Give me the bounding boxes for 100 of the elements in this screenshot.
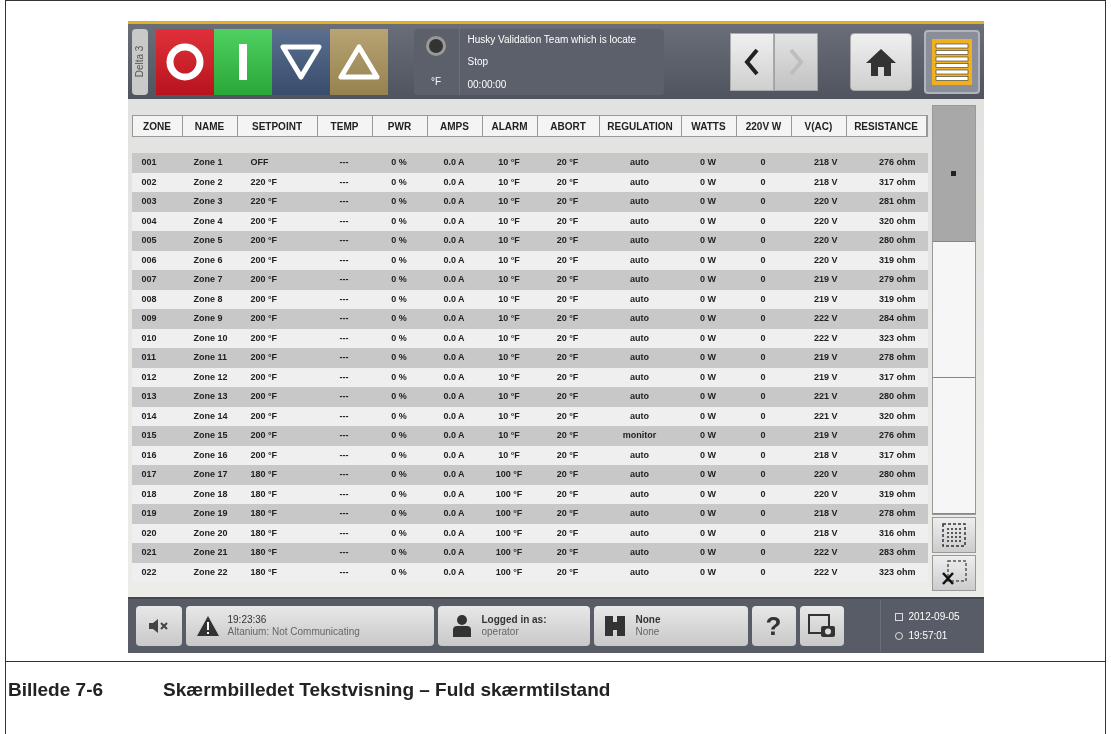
table-cell-text: --- — [339, 234, 349, 247]
column-header[interactable]: ZONE — [132, 116, 183, 136]
table-cell-text: --- — [339, 351, 349, 364]
table-cell: 220 V — [813, 253, 838, 267]
table-cell-text: 281 ohm — [879, 195, 916, 208]
table-cell: 200 °F — [250, 253, 278, 267]
text-view-button[interactable] — [923, 29, 980, 94]
table-cell-text: 20 °F — [556, 156, 579, 169]
table-cell-text: 220 V — [813, 195, 838, 208]
table-cell: 317 ohm — [879, 448, 916, 462]
table-cell-text: 200 °F — [250, 429, 278, 442]
table-row[interactable]: 017 Zone 17 180 °F --- 0 % 0.0 A 100 °F 20 °F auto 0 W 0 220 V 280 ohm — [131, 465, 928, 485]
page-segment[interactable] — [932, 242, 975, 378]
table-cell: 20 °F — [556, 331, 579, 345]
column-header[interactable]: PWR — [372, 116, 428, 136]
table-cell: 0.0 A — [443, 292, 465, 306]
date-text: 2012-09-05 — [908, 610, 960, 624]
table-cell-text: 021 — [141, 546, 157, 559]
table-row[interactable]: 003 Zone 3 220 °F --- 0 % 0.0 A 10 °F 20 °F auto 0 W 0 220 V 281 ohm — [131, 192, 928, 212]
table-row[interactable]: 016 Zone 16 200 °F --- 0 % 0.0 A 10 °F 20 °F auto 0 W 0 218 V 317 ohm — [131, 445, 928, 465]
page-segment[interactable] — [932, 378, 975, 514]
table-cell-text: --- — [339, 156, 349, 169]
table-row[interactable]: 011 Zone 11 200 °F --- 0 % 0.0 A 10 °F 20 °F auto 0 W 0 219 V 278 ohm — [131, 348, 928, 368]
unit-label: °F — [430, 74, 442, 89]
timer-text: 00:00:00 — [467, 77, 508, 92]
table-cell: 0 — [760, 370, 766, 384]
table-cell: 20 °F — [556, 487, 579, 501]
table-row[interactable]: 006 Zone 6 200 °F --- 0 % 0.0 A 10 °F 20 °F auto 0 W 0 220 V 319 ohm — [131, 250, 928, 270]
home-button[interactable] — [849, 32, 912, 91]
table-cell-text: Zone 17 — [193, 468, 228, 481]
column-header[interactable]: TEMP — [317, 116, 373, 136]
help-button[interactable]: ? — [751, 606, 796, 646]
column-header[interactable]: RESISTANCE — [846, 116, 927, 136]
table-row[interactable]: 001 Zone 1 OFF --- 0 % 0.0 A 10 °F 20 °F auto 0 W 0 218 V 276 ohm — [131, 153, 928, 173]
table-cell-text: auto — [630, 390, 649, 403]
table-row[interactable]: 022 Zone 22 180 °F --- 0 % 0.0 A 100 °F 20 °F auto 0 W 0 222 V 323 ohm — [131, 562, 928, 582]
stop-button[interactable] — [155, 28, 214, 95]
table-cell: 200 °F — [250, 370, 278, 384]
column-header[interactable]: REGULATION — [599, 116, 682, 136]
table-row[interactable]: 021 Zone 21 180 °F --- 0 % 0.0 A 100 °F 20 °F auto 0 W 0 222 V 283 ohm — [131, 543, 928, 563]
table-row[interactable]: 005 Zone 5 200 °F --- 0 % 0.0 A 10 °F 20 °F auto 0 W 0 220 V 280 ohm — [131, 231, 928, 251]
device-tab[interactable]: Delta 3 — [131, 28, 148, 95]
mold-panel[interactable]: None None — [593, 606, 748, 646]
column-header[interactable]: AMPS — [427, 116, 483, 136]
table-cell-text: Zone 3 — [193, 195, 223, 208]
table-cell-text: 100 °F — [495, 507, 523, 520]
alarm-panel[interactable]: 19:23:36 Altanium: Not Communicating — [185, 606, 434, 646]
table-cell: --- — [339, 331, 349, 345]
table-row[interactable]: 015 Zone 15 200 °F --- 0 % 0.0 A 10 °F 20 °F monitor 0 W 0 219 V 276 ohm — [131, 426, 928, 446]
table-cell-text: 221 V — [813, 390, 838, 403]
clear-selection-button[interactable] — [931, 555, 976, 591]
select-all-button[interactable] — [931, 517, 976, 553]
table-cell: 0 — [760, 331, 766, 345]
table-row[interactable]: 012 Zone 12 200 °F --- 0 % 0.0 A 10 °F 20 °F auto 0 W 0 219 V 317 ohm — [131, 367, 928, 387]
table-cell: 319 ohm — [879, 253, 916, 267]
table-cell: 0 — [760, 292, 766, 306]
figure-number: Billede 7-6 — [8, 678, 104, 702]
table-row[interactable]: 018 Zone 18 180 °F --- 0 % 0.0 A 100 °F 20 °F auto 0 W 0 220 V 319 ohm — [131, 484, 928, 504]
column-header[interactable]: ABORT — [537, 116, 600, 136]
table-row[interactable]: 014 Zone 14 200 °F --- 0 % 0.0 A 10 °F 20 °F auto 0 W 0 221 V 320 ohm — [131, 406, 928, 426]
table-cell: --- — [339, 370, 349, 384]
login-panel[interactable]: Logged in as: operator — [437, 606, 590, 646]
table-row[interactable]: 013 Zone 13 200 °F --- 0 % 0.0 A 10 °F 20 °F auto 0 W 0 221 V 280 ohm — [131, 387, 928, 407]
table-row[interactable]: 010 Zone 10 200 °F --- 0 % 0.0 A 10 °F 20 °F auto 0 W 0 222 V 323 ohm — [131, 328, 928, 348]
back-button[interactable] — [729, 32, 774, 91]
login-user: operator — [481, 626, 520, 639]
table-row[interactable]: 019 Zone 19 180 °F --- 0 % 0.0 A 100 °F 20 °F auto 0 W 0 218 V 278 ohm — [131, 504, 928, 524]
table-cell-text: 0 % — [391, 507, 407, 520]
table-cell-text: Zone 21 — [193, 546, 228, 559]
table-cell: 319 ohm — [879, 292, 916, 306]
table-cell-text: 0 W — [700, 195, 716, 208]
table-cell-text: Zone 5 — [193, 234, 223, 247]
screenshot-button[interactable] — [799, 606, 844, 646]
table-cell-text: 10 °F — [498, 156, 520, 169]
table-row[interactable]: 007 Zone 7 200 °F --- 0 % 0.0 A 10 °F 20 °F auto 0 W 0 219 V 279 ohm — [131, 270, 928, 290]
table-cell: 0.0 A — [443, 526, 465, 540]
table-cell-text: 0.0 A — [443, 546, 465, 559]
table-row[interactable]: 009 Zone 9 200 °F --- 0 % 0.0 A 10 °F 20 °F auto 0 W 0 222 V 284 ohm — [131, 309, 928, 329]
table-row[interactable]: 020 Zone 20 180 °F --- 0 % 0.0 A 100 °F 20 °F auto 0 W 0 218 V 316 ohm — [131, 523, 928, 543]
table-cell-text: 013 — [141, 390, 157, 403]
table-row[interactable]: 008 Zone 8 200 °F --- 0 % 0.0 A 10 °F 20 °F auto 0 W 0 219 V 319 ohm — [131, 289, 928, 309]
table-cell-text: 280 ohm — [879, 390, 916, 403]
column-header[interactable]: ALARM — [482, 116, 538, 136]
column-header[interactable]: SETPOINT — [237, 116, 318, 136]
column-header[interactable]: 220V W — [736, 116, 792, 136]
lower-button[interactable] — [271, 28, 330, 95]
start-button[interactable] — [213, 28, 272, 95]
table-cell-text: --- — [339, 507, 349, 520]
table-row[interactable]: 004 Zone 4 200 °F --- 0 % 0.0 A 10 °F 20 °F auto 0 W 0 220 V 320 ohm — [131, 211, 928, 231]
table-cell-text: 0 — [760, 429, 766, 442]
table-cell: 200 °F — [250, 448, 278, 462]
raise-button[interactable] — [329, 28, 388, 95]
column-header[interactable]: WATTS — [681, 116, 737, 136]
login-label: Logged in as: — [481, 613, 547, 626]
table-row[interactable]: 002 Zone 2 220 °F --- 0 % 0.0 A 10 °F 20 °F auto 0 W 0 218 V 317 ohm — [131, 172, 928, 192]
clock-icon — [894, 631, 903, 640]
table-cell: 323 ohm — [879, 331, 916, 345]
column-header[interactable]: V(AC) — [791, 116, 847, 136]
mute-button[interactable] — [135, 606, 182, 646]
column-header[interactable]: NAME — [182, 116, 238, 136]
